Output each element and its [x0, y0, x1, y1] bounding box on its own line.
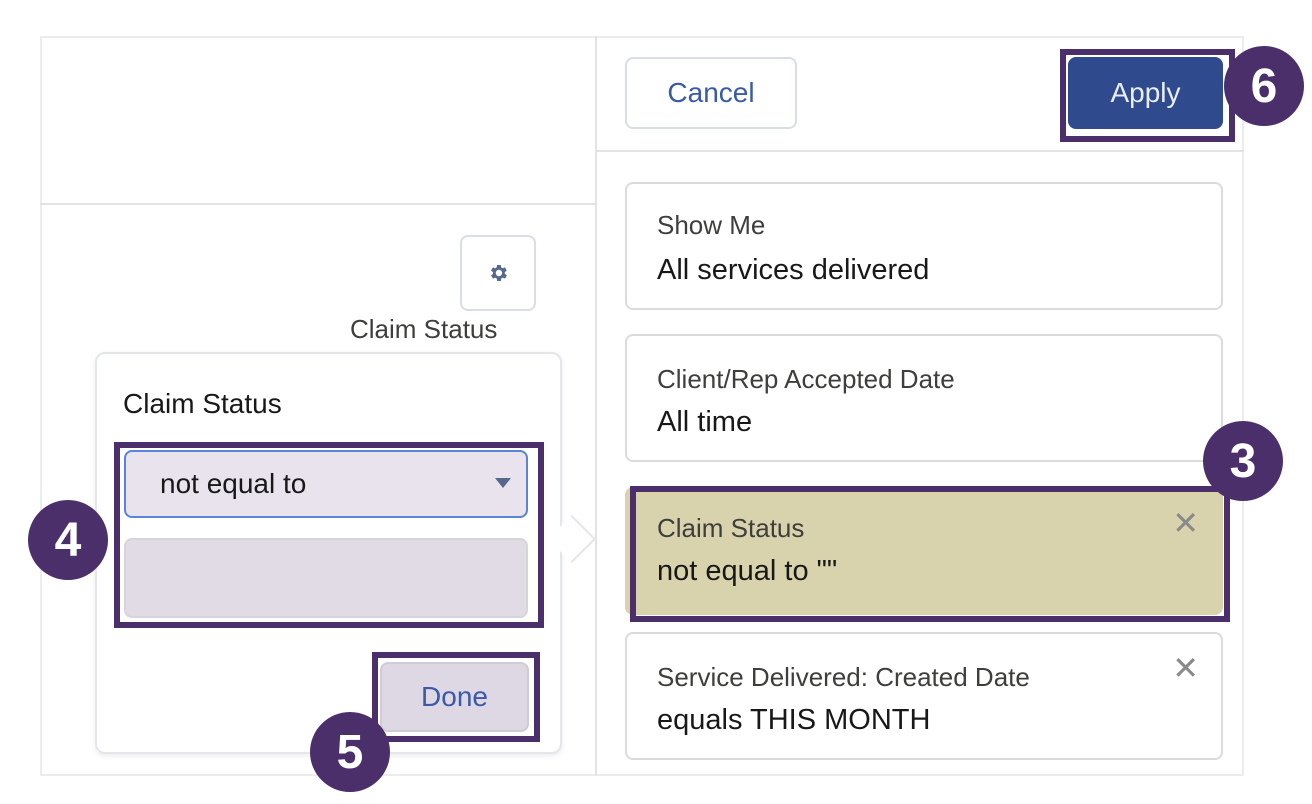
- filter-card-accepted-date[interactable]: Client/Rep Accepted Date All time: [625, 334, 1223, 462]
- column-settings-button[interactable]: [460, 235, 536, 311]
- filter-value: equals THIS MONTH: [657, 704, 931, 736]
- highlight-operator: [114, 442, 544, 628]
- filter-label: Service Delivered: Created Date: [657, 662, 1030, 692]
- close-icon[interactable]: ✕: [1172, 652, 1199, 684]
- step-badge-3: 3: [1203, 421, 1283, 501]
- gear-icon: [491, 265, 507, 281]
- popover-title: Claim Status: [123, 388, 282, 419]
- column-label: Claim Status: [350, 314, 498, 344]
- step-badge-5: 5: [310, 712, 390, 792]
- highlight-done: [372, 652, 540, 742]
- filter-card-show-me[interactable]: Show Me All services delivered: [625, 182, 1223, 310]
- filter-value: All services delivered: [657, 254, 930, 286]
- filter-label: Client/Rep Accepted Date: [657, 364, 955, 394]
- filter-label: Show Me: [657, 210, 766, 240]
- left-header-divider: [40, 203, 596, 205]
- highlight-claim-status: [630, 486, 1230, 622]
- panel-divider: [595, 36, 597, 776]
- step-badge-6: 6: [1224, 46, 1304, 126]
- filter-card-created-date[interactable]: Service Delivered: Created Date equals T…: [625, 632, 1223, 760]
- highlight-apply: [1060, 49, 1235, 142]
- right-header-divider: [597, 150, 1244, 152]
- filter-value: All time: [657, 406, 753, 438]
- cancel-button[interactable]: Cancel: [625, 57, 797, 129]
- step-badge-4: 4: [28, 500, 108, 580]
